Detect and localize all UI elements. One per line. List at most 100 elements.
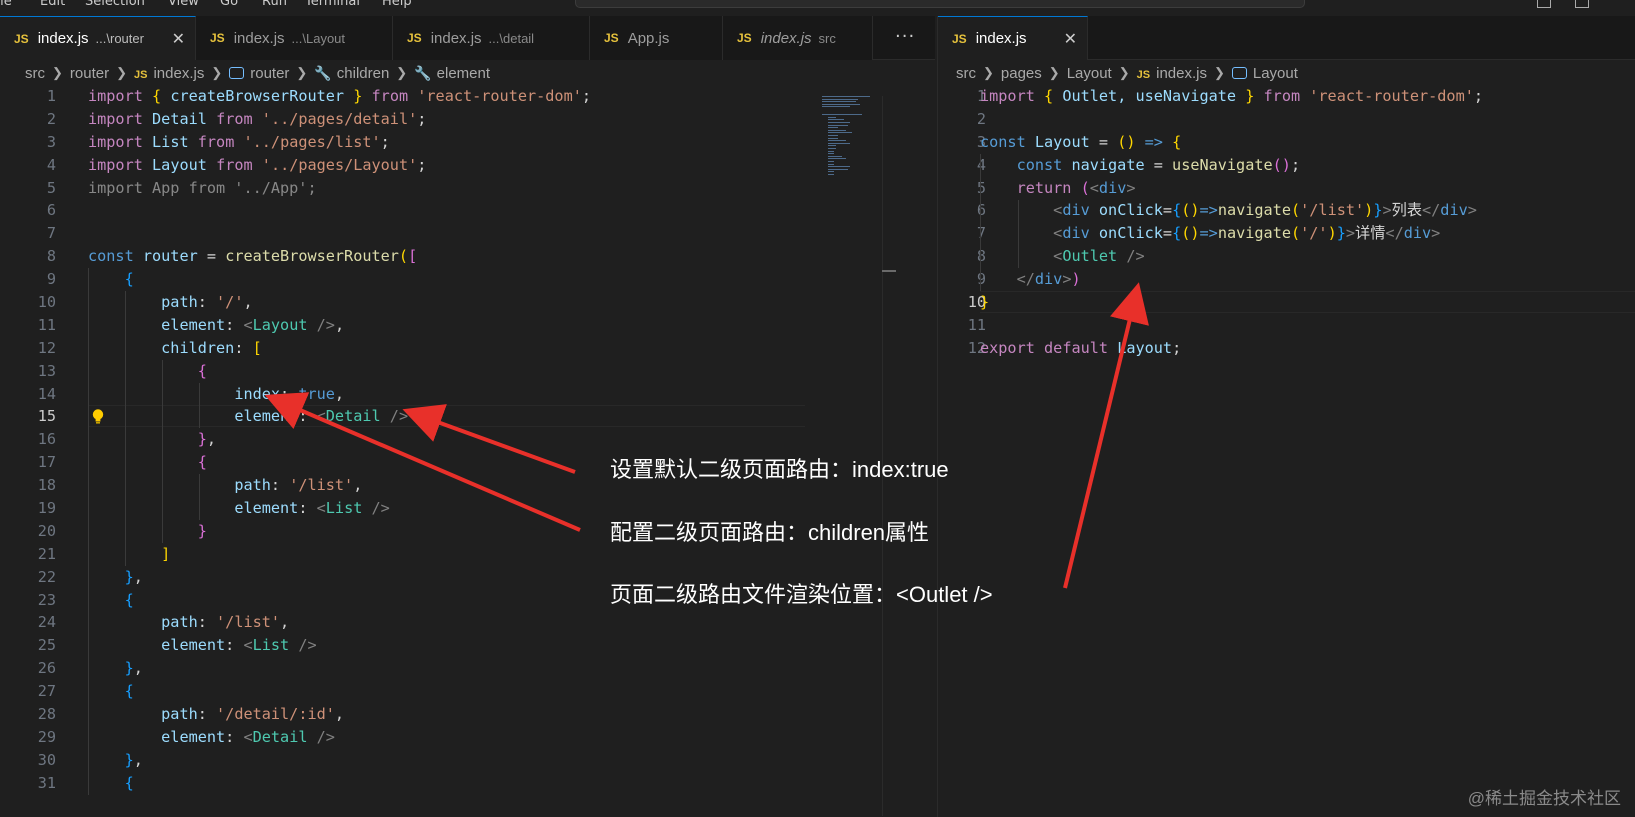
tab-App-js-3[interactable]: JS App.js (590, 16, 723, 60)
menu-item-help[interactable]: Help (382, 0, 412, 9)
tab-index-js-4[interactable]: JS index.js src (723, 16, 873, 60)
code-line: 24 path: '/list', (0, 611, 935, 634)
line-text: import List from '../pages/list'; (88, 131, 390, 154)
menu-item-view[interactable]: View (168, 0, 199, 9)
code-token: < (243, 727, 253, 746)
left-editor-group: ··· JS index.js ...\router ✕ JS index.js ...\L… (0, 16, 935, 817)
tab-index-js-1[interactable]: JS index.js ...\Layout (196, 16, 393, 60)
js-file-icon: JS (952, 31, 967, 46)
breadcrumb: src ❯ router ❯ JS index.js ❯ router ❯ 🔧 children ❯ 🔧… (0, 61, 935, 85)
minimap-line (828, 129, 846, 131)
code-editor[interactable]: 1 import { createBrowserRouter } from 're… (0, 85, 935, 795)
breadcrumb-item-layout[interactable]: Layout (1067, 65, 1112, 82)
layout-toggle-icon[interactable] (1537, 0, 1551, 8)
tab-index-js-0[interactable]: JS index.js ...\router ✕ (0, 16, 196, 60)
command-center[interactable] (575, 0, 1305, 8)
code-token: , (133, 659, 143, 678)
code-token: = (197, 247, 226, 266)
line-number: 7 (46, 224, 56, 243)
more-actions-button[interactable]: ··· (895, 26, 915, 47)
minimap-line (828, 155, 842, 157)
minimap-line (828, 161, 834, 162)
line-number: 26 (37, 659, 56, 678)
breadcrumb-item-pages[interactable]: pages (1001, 65, 1042, 82)
code-token: div (1034, 270, 1063, 289)
code-line: 3 import List from '../pages/list'; (0, 131, 935, 154)
lightbulb-icon[interactable] (90, 408, 106, 425)
code-token: Detail (252, 727, 308, 746)
line-text: element: <List /> (88, 634, 316, 657)
code-token: ; (417, 109, 427, 128)
chevron-right-icon: ❯ (116, 65, 127, 80)
line-number: 12 (967, 338, 986, 357)
code-token: navigate (1217, 201, 1291, 220)
menu-item-go[interactable]: Go (220, 0, 238, 9)
line-text: ] (88, 543, 170, 566)
tab-description: src (818, 30, 836, 46)
code-token: } (197, 521, 207, 540)
line-number: 3 (46, 132, 56, 151)
menu-item-terminal[interactable]: Terminal (305, 0, 360, 9)
close-icon[interactable]: ✕ (1064, 29, 1077, 49)
code-line: 15 element: <Detail /> (0, 405, 935, 428)
menu-item-edit[interactable]: Edit (40, 0, 65, 9)
code-token: true (298, 384, 335, 403)
line-text: </div>) (980, 268, 1081, 291)
breadcrumb-item-children[interactable]: 🔧 children (314, 65, 389, 82)
code-token: , (334, 315, 345, 334)
code-token: ; (1172, 338, 1182, 357)
code-token: '../pages/detail' (261, 109, 418, 128)
code-token: import App from '../App'; (88, 178, 317, 197)
chevron-right-icon: ❯ (52, 65, 63, 80)
code-line: 13 { (0, 360, 935, 383)
menu-item-run[interactable]: Run (262, 0, 287, 9)
code-line: 7 (0, 222, 935, 245)
line-number: 9 (976, 270, 986, 289)
menu-item-selection[interactable]: Selection (85, 0, 145, 9)
menu-item-file[interactable]: File (0, 0, 12, 9)
code-line: 6 (0, 199, 935, 222)
code-line: 2 (938, 108, 1635, 131)
code-token: 'react-router-dom' (1309, 87, 1474, 105)
breadcrumb-item-src[interactable]: src (956, 65, 976, 82)
code-token: { (152, 87, 162, 105)
code-token: } (1245, 87, 1255, 105)
minimap[interactable] (822, 96, 882, 186)
annotation-children: 配置二级页面路由：children属性 (610, 520, 930, 545)
scrollbar-thumb[interactable] (882, 270, 896, 272)
line-number: 18 (37, 476, 56, 495)
breadcrumb-item-router[interactable]: router (70, 65, 109, 82)
breadcrumb-item-index-js[interactable]: JS index.js (1137, 65, 1207, 82)
close-icon[interactable]: ✕ (172, 29, 185, 49)
code-token: div (1440, 201, 1468, 220)
code-line: 8 const router = createBrowserRouter([ (0, 245, 935, 268)
breadcrumb-item-index-js[interactable]: JS index.js (134, 65, 204, 82)
tab-index-js-2[interactable]: JS index.js ...\detail (393, 16, 590, 60)
code-token: const (1016, 155, 1063, 174)
breadcrumb-item-layout[interactable]: Layout (1231, 65, 1298, 82)
code-token: children (161, 338, 235, 357)
js-file-icon: JS (14, 31, 29, 46)
code-line: 9 </div>) (938, 268, 1635, 291)
code-line: 16 }, (0, 428, 935, 451)
breadcrumb-item-element[interactable]: 🔧 element (414, 65, 490, 82)
breadcrumb-item-router[interactable]: router (229, 65, 289, 82)
restore-window-icon[interactable] (1575, 0, 1589, 8)
tab-index-js-0[interactable]: JS index.js ✕ (938, 16, 1088, 60)
line-number: 9 (46, 270, 56, 289)
line-text: export default Layout; (980, 337, 1181, 360)
code-line: 3 const Layout = () => { (938, 131, 1635, 154)
breadcrumb-item-src[interactable]: src (25, 65, 45, 82)
property-wrench-icon: 🔧 (414, 64, 432, 81)
code-editor[interactable]: 1 import { Outlet, useNavigate } from 're… (938, 85, 1635, 360)
code-token: '/' (216, 293, 244, 312)
code-token: List (252, 636, 290, 655)
breadcrumb-label: index.js (1156, 64, 1207, 82)
code-line: 30 }, (0, 749, 935, 772)
line-number: 22 (37, 567, 56, 586)
right-editor-group: JS index.js ✕ src ❯ pages ❯ Layout ❯ JS index.js ❯… (937, 16, 1635, 817)
code-token: () (1272, 155, 1291, 174)
